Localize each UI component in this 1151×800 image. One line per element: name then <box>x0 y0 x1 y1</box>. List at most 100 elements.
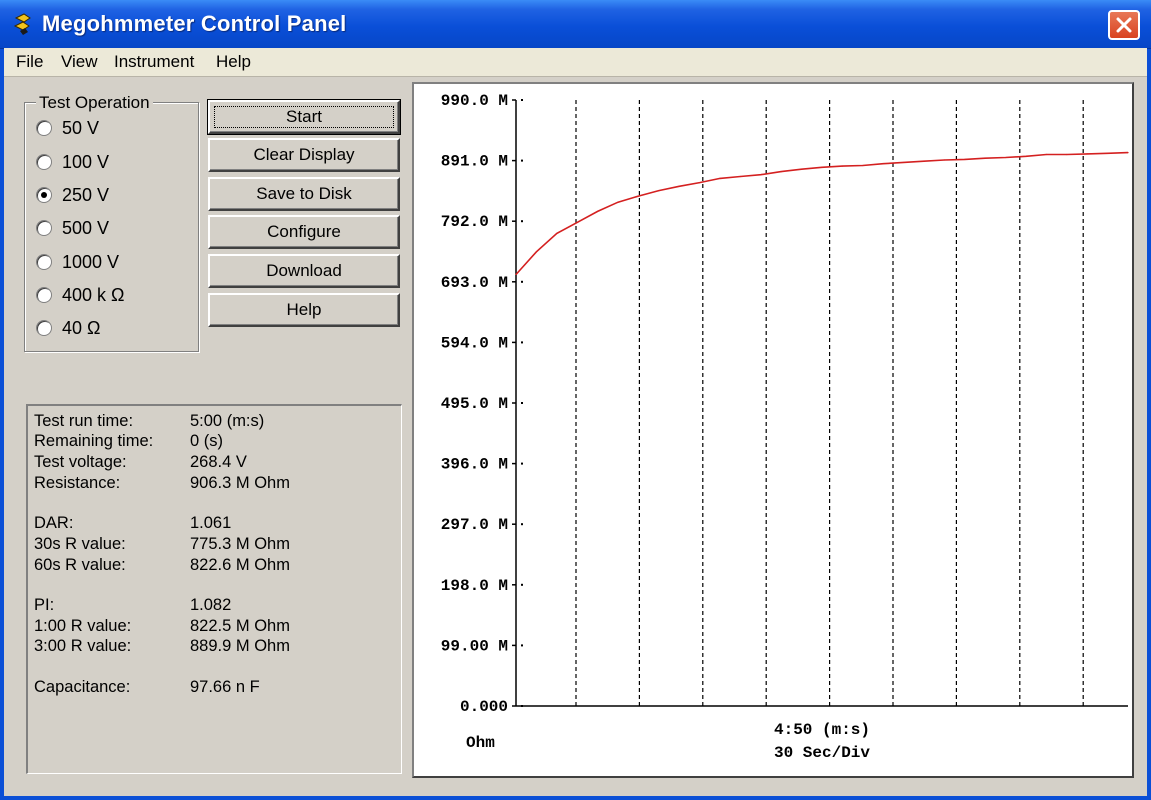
result-value: 822.6 M Ohm <box>190 556 290 574</box>
result-label: 30s R value: <box>34 535 126 553</box>
radio-label: 250 V <box>62 185 110 205</box>
menu-instrument[interactable]: Instrument <box>112 51 196 73</box>
x-scale-label: 30 Sec/Div <box>774 744 870 762</box>
resistance-point <box>821 166 823 168</box>
start-button[interactable]: Start <box>207 99 401 135</box>
result-label: Capacitance: <box>34 678 131 696</box>
chart-y-ticks: 990.0 M 891.0 M 792.0 M 693.0 M 594.0 M 495.0… <box>441 92 523 716</box>
resistance-point <box>882 163 884 165</box>
resistance-point <box>1045 153 1047 156</box>
app-icon <box>13 13 31 35</box>
y-tick-dot <box>521 402 523 404</box>
resistance-point <box>903 161 905 164</box>
window-title: Megohmmeter Control Panel <box>42 11 347 36</box>
y-tick-label: 693.0 M <box>441 274 508 292</box>
resistance-point <box>923 160 925 162</box>
menu-view[interactable]: View <box>59 51 100 73</box>
menu-bar: File View Instrument Help <box>4 48 1147 77</box>
y-tick-dot <box>521 705 523 707</box>
radio-label: 50 V <box>62 118 100 138</box>
y-tick-dot <box>521 159 523 162</box>
resistance-point <box>515 273 517 276</box>
radio-circle <box>36 254 52 270</box>
result-value: 906.3 M Ohm <box>190 474 290 492</box>
y-tick-label: 594.0 M <box>441 334 508 352</box>
y-tick-label: 891.0 M <box>441 153 508 171</box>
save-to-disk-button[interactable]: Save to Disk <box>208 177 400 211</box>
y-tick-label: 495.0 M <box>441 395 508 413</box>
y-tick-label: 396.0 M <box>441 456 508 474</box>
resistance-point <box>1127 152 1129 154</box>
y-tick-dot <box>521 583 523 586</box>
radio-label: 100 V <box>62 152 110 172</box>
radio-circle <box>36 220 52 236</box>
menu-file[interactable]: File <box>14 51 45 73</box>
configure-button[interactable]: Configure <box>208 215 400 249</box>
resistance-point <box>862 164 864 167</box>
close-icon <box>1116 17 1132 33</box>
clear-display-button[interactable]: Clear Display <box>208 138 400 172</box>
result-label: Resistance: <box>34 474 121 492</box>
result-value: 1.061 <box>190 514 232 532</box>
result-label: 3:00 R value: <box>34 637 132 655</box>
chart-series <box>515 151 1129 276</box>
resistance-point <box>1066 153 1068 156</box>
y-tick-dot <box>521 341 523 344</box>
result-value: 822.5 M Ohm <box>190 617 290 635</box>
resistance-line <box>515 151 1129 276</box>
resistance-point <box>760 174 762 176</box>
help-button[interactable]: Help <box>208 293 400 327</box>
radio-circle <box>36 120 52 136</box>
y-tick-label: 0.000 <box>460 698 508 716</box>
download-button[interactable]: Download <box>208 254 400 288</box>
resistance-point <box>1025 155 1027 157</box>
resistance-point <box>556 232 558 235</box>
resistance-point <box>637 195 639 197</box>
close-button[interactable] <box>1108 10 1140 40</box>
y-tick-dot <box>521 220 523 223</box>
start-button-label: Start <box>286 107 322 126</box>
resistance-chart: 990.0 M 891.0 M 792.0 M 693.0 M 594.0 M 495.0… <box>441 92 1129 762</box>
resistance-point <box>576 221 578 224</box>
result-label: PI: <box>34 596 55 614</box>
y-tick-label: 99.00 M <box>441 637 508 655</box>
resistance-point <box>617 201 619 203</box>
radio-label: 40 Ω <box>62 318 101 338</box>
result-value: 1.082 <box>190 596 232 614</box>
x-time-label: 4:50 (m:s) <box>774 721 870 739</box>
resistance-point <box>658 189 660 192</box>
resistance-point <box>943 159 946 161</box>
radio-label: 1000 V <box>62 252 120 272</box>
resistance-point <box>535 251 537 253</box>
resistance-point <box>719 177 721 179</box>
result-value: 775.3 M Ohm <box>190 535 290 553</box>
resistance-point <box>597 210 599 213</box>
resistance-point <box>780 171 782 173</box>
y-tick-dot <box>521 280 523 283</box>
resistance-chart-panel: 990.0 M 891.0 M 792.0 M 693.0 M 594.0 M 495.0… <box>412 82 1134 778</box>
result-label: 1:00 R value: <box>34 617 132 635</box>
y-tick-dot <box>521 523 523 526</box>
y-tick-label: 198.0 M <box>441 577 508 595</box>
resistance-point <box>964 158 966 160</box>
radio-label: 400 k Ω <box>62 285 125 305</box>
resistance-point <box>1086 153 1088 155</box>
y-tick-label: 792.0 M <box>441 213 508 231</box>
resistance-point <box>739 175 741 178</box>
y-tick-label: 990.0 M <box>441 92 508 110</box>
chart-grid <box>515 100 1128 707</box>
radio-label: 500 V <box>62 218 110 238</box>
resistance-point <box>1107 152 1109 154</box>
result-label: Remaining time: <box>34 432 154 450</box>
radio-circle <box>36 287 52 303</box>
result-label: Test voltage: <box>34 453 127 471</box>
test-operation-legend: Test Operation <box>36 93 153 113</box>
resistance-point <box>699 182 701 184</box>
title-bar[interactable]: Megohmmeter Control Panel <box>0 0 1151 49</box>
menu-help[interactable]: Help <box>214 51 253 73</box>
result-value: 268.4 V <box>190 453 247 471</box>
radio-selected-dot <box>41 192 47 198</box>
y-tick-dot <box>521 99 523 101</box>
resistance-point <box>984 157 986 159</box>
result-value: 889.9 M Ohm <box>190 637 290 655</box>
